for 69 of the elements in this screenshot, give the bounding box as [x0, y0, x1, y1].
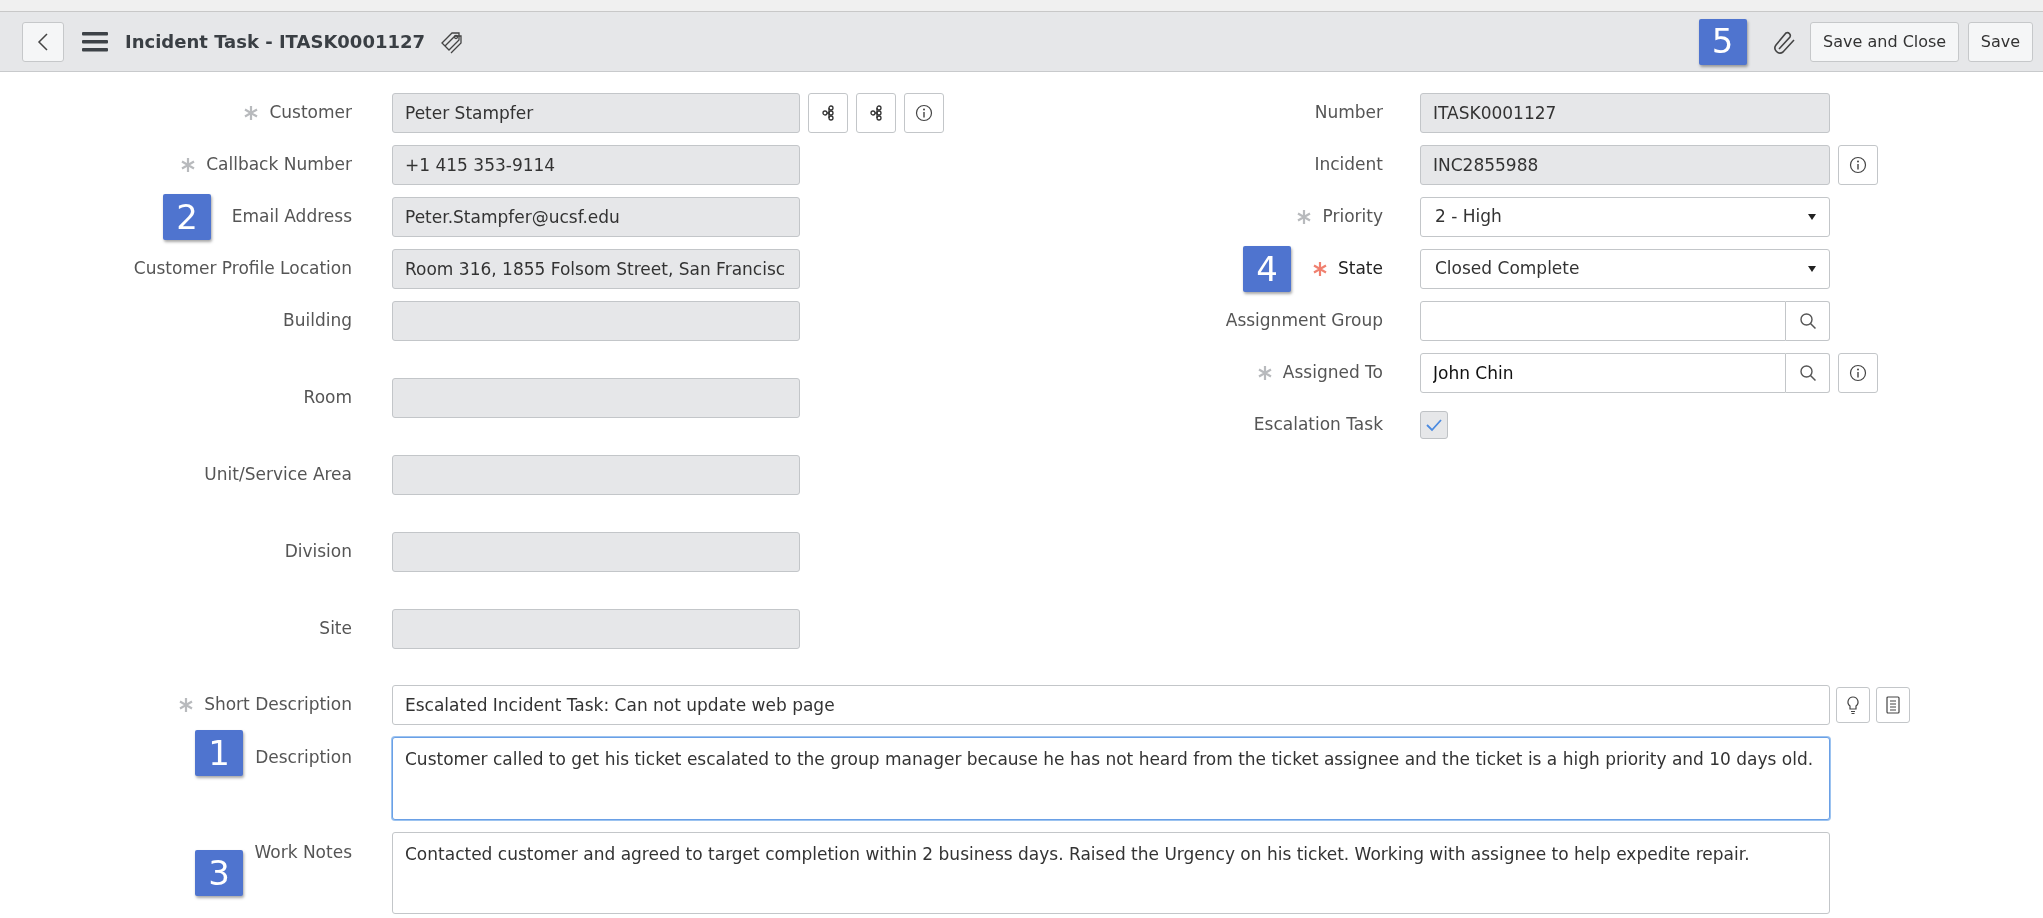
- caret-icon: [1807, 265, 1817, 273]
- field-label: Unit/Service Area: [204, 463, 352, 487]
- check-icon: [1425, 418, 1443, 432]
- input-field[interactable]: Peter.Stampfer@ucsf.edu: [392, 197, 800, 237]
- input-field[interactable]: Room 316, 1855 Folsom Street, San Francisc: [392, 249, 800, 289]
- form-title: Incident Task - ITASK0001127: [125, 30, 425, 54]
- field-label: Incident: [1314, 153, 1383, 177]
- callout-number: 5: [1698, 18, 1747, 65]
- field-label: Room: [303, 386, 352, 410]
- text-area[interactable]: Customer called to get his ticket escalated to the group manager because he has not heard from the ticket assignee and the ticket is a high priority and 10 days old.: [392, 737, 1830, 820]
- template-button[interactable]: [1876, 687, 1910, 723]
- field-label: Site: [319, 617, 352, 641]
- info-button[interactable]: [1838, 353, 1878, 393]
- save-and-close-button[interactable]: Save and Close: [1810, 21, 1960, 62]
- input-field[interactable]: [392, 378, 800, 418]
- info-button[interactable]: [1838, 145, 1878, 185]
- select-field[interactable]: 2 - High: [1420, 197, 1830, 237]
- lookup-field[interactable]: [1420, 301, 1786, 341]
- field-label: Division: [284, 540, 352, 564]
- input-field[interactable]: [392, 609, 800, 649]
- input-field[interactable]: Escalated Incident Task: Can not update web page: [392, 685, 1830, 725]
- text-area[interactable]: Contacted customer and agreed to target completion within 2 business days. Raised the Urgency on his ticket. Working with assignee to help expedite repair.: [392, 832, 1830, 914]
- field-label: Number: [1314, 101, 1383, 125]
- select-field[interactable]: Closed Complete: [1420, 249, 1830, 289]
- input-field[interactable]: INC2855988: [1420, 145, 1830, 185]
- hierarchy-button[interactable]: [856, 93, 896, 133]
- suggestion-button[interactable]: [1836, 687, 1870, 723]
- checkbox[interactable]: [1420, 411, 1448, 439]
- document-icon: [1886, 696, 1900, 714]
- back-icon: [37, 31, 49, 52]
- field-label: Assignment Group: [1225, 309, 1383, 333]
- field-label: Priority: [1322, 205, 1383, 229]
- hierarchy-icon: [870, 104, 882, 122]
- field-label: Assigned To: [1282, 361, 1383, 385]
- info-icon: [1849, 364, 1867, 382]
- back-button[interactable]: [22, 21, 64, 62]
- field-label: Short Description: [204, 693, 352, 717]
- input-field[interactable]: +1 415 353-9114: [392, 145, 800, 185]
- input-field[interactable]: ITASK0001127: [1420, 93, 1830, 133]
- callout-number: 2: [163, 194, 211, 240]
- info-button[interactable]: [904, 93, 944, 133]
- save-button[interactable]: Save: [1967, 21, 2033, 62]
- callout-number: 3: [195, 850, 243, 896]
- info-icon: [1849, 156, 1867, 174]
- hierarchy-icon: [822, 104, 834, 122]
- search-icon: [1798, 312, 1817, 330]
- field-label: Description: [255, 746, 352, 769]
- field-label: Escalation Task: [1253, 413, 1383, 437]
- search-button[interactable]: [1786, 301, 1830, 341]
- field-label: Building: [283, 309, 352, 333]
- menu-icon[interactable]: [82, 30, 108, 53]
- field-label: Callback Number: [206, 153, 352, 177]
- callout-number: 4: [1243, 246, 1291, 292]
- input-field[interactable]: [392, 532, 800, 572]
- hierarchy-button[interactable]: [808, 93, 848, 133]
- info-icon: [915, 104, 933, 122]
- field-label: Customer: [269, 101, 352, 125]
- field-label: State: [1338, 257, 1383, 281]
- callout-number: 1: [195, 730, 243, 776]
- search-icon: [1798, 364, 1817, 382]
- input-field[interactable]: [392, 455, 800, 495]
- caret-icon: [1807, 213, 1817, 221]
- input-field[interactable]: [392, 301, 800, 341]
- search-button[interactable]: [1786, 353, 1830, 393]
- lightbulb-icon: [1846, 695, 1860, 715]
- field-label: Email Address: [231, 205, 352, 229]
- input-field[interactable]: Peter Stampfer: [392, 93, 800, 133]
- field-label: Customer Profile Location: [133, 257, 352, 281]
- field-label: Work Notes: [254, 841, 352, 864]
